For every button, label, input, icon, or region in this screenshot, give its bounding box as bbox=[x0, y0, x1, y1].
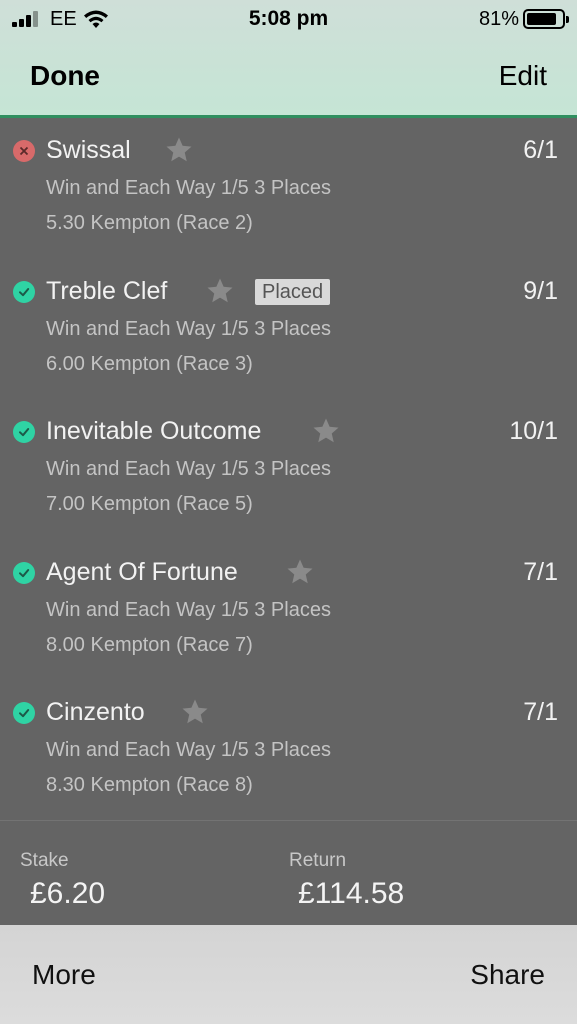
status-bar: EE 5:08 pm 81% bbox=[0, 0, 577, 40]
battery-icon bbox=[523, 9, 569, 29]
selection-odds: 9/1 bbox=[523, 276, 558, 305]
selection-odds: 10/1 bbox=[509, 417, 558, 445]
won-check-icon bbox=[13, 280, 35, 303]
more-button[interactable]: More bbox=[32, 959, 96, 991]
selection-race: 6.00 Kempton (Race 3) bbox=[46, 352, 253, 375]
favourite-star-icon[interactable] bbox=[285, 557, 315, 587]
placed-badge: Placed bbox=[255, 278, 331, 305]
selection-name: Treble Clef bbox=[46, 276, 168, 305]
selections-list: Swissal 6/1 Win and Each Way 1/5 3 Place… bbox=[0, 120, 577, 823]
done-button[interactable]: Done bbox=[30, 60, 100, 92]
return-value: £114.58 bbox=[298, 877, 405, 910]
battery-percentage: 81% bbox=[478, 8, 519, 30]
favourite-star-icon[interactable] bbox=[205, 276, 235, 306]
selection-row[interactable]: Cinzento 7/1 Win and Each Way 1/5 3 Plac… bbox=[0, 682, 577, 823]
edit-button[interactable]: Edit bbox=[499, 60, 547, 92]
selection-race: 8.00 Kempton (Race 7) bbox=[46, 633, 253, 656]
bottom-toolbar: More Share bbox=[0, 925, 577, 1024]
stake-value: £6.20 bbox=[30, 877, 106, 910]
won-check-icon bbox=[13, 702, 35, 724]
lost-x-icon bbox=[13, 140, 35, 162]
selection-odds: 6/1 bbox=[523, 136, 558, 164]
favourite-star-icon[interactable] bbox=[180, 697, 210, 727]
stake-label: Stake bbox=[20, 850, 69, 871]
header: EE 5:08 pm 81% Done Edit bbox=[0, 0, 577, 118]
selection-race: 7.00 Kempton (Race 5) bbox=[46, 493, 253, 515]
selection-race: 5.30 Kempton (Race 2) bbox=[46, 212, 253, 234]
selection-race: 8.30 Kempton (Race 8) bbox=[46, 774, 253, 796]
favourite-star-icon[interactable] bbox=[164, 135, 194, 165]
selection-market: Win and Each Way 1/5 3 Places bbox=[46, 739, 331, 761]
selection-odds: 7/1 bbox=[523, 557, 558, 586]
won-check-icon bbox=[13, 421, 35, 443]
share-button[interactable]: Share bbox=[470, 959, 545, 991]
selection-odds: 7/1 bbox=[523, 698, 558, 726]
selection-market: Win and Each Way 1/5 3 Places bbox=[46, 317, 331, 340]
selection-market: Win and Each Way 1/5 3 Places bbox=[46, 598, 331, 621]
selection-market: Win and Each Way 1/5 3 Places bbox=[46, 177, 331, 199]
selection-name: Agent Of Fortune bbox=[46, 557, 238, 586]
selection-row[interactable]: Treble Clef Placed 9/1 Win and Each Way … bbox=[0, 261, 577, 402]
selection-market: Win and Each Way 1/5 3 Places bbox=[46, 458, 331, 480]
selection-name: Inevitable Outcome bbox=[46, 417, 262, 445]
selection-row[interactable]: Inevitable Outcome 10/1 Win and Each Way… bbox=[0, 401, 577, 542]
bet-summary: Stake £6.20 Return £114.58 bbox=[0, 820, 577, 925]
won-check-icon bbox=[13, 561, 35, 584]
return-label: Return bbox=[289, 850, 347, 871]
selection-row[interactable]: Agent Of Fortune 7/1 Win and Each Way 1/… bbox=[0, 542, 577, 683]
selection-name: Cinzento bbox=[46, 698, 145, 726]
selection-name: Swissal bbox=[46, 136, 131, 164]
favourite-star-icon[interactable] bbox=[311, 416, 341, 446]
selection-row[interactable]: Swissal 6/1 Win and Each Way 1/5 3 Place… bbox=[0, 120, 577, 261]
